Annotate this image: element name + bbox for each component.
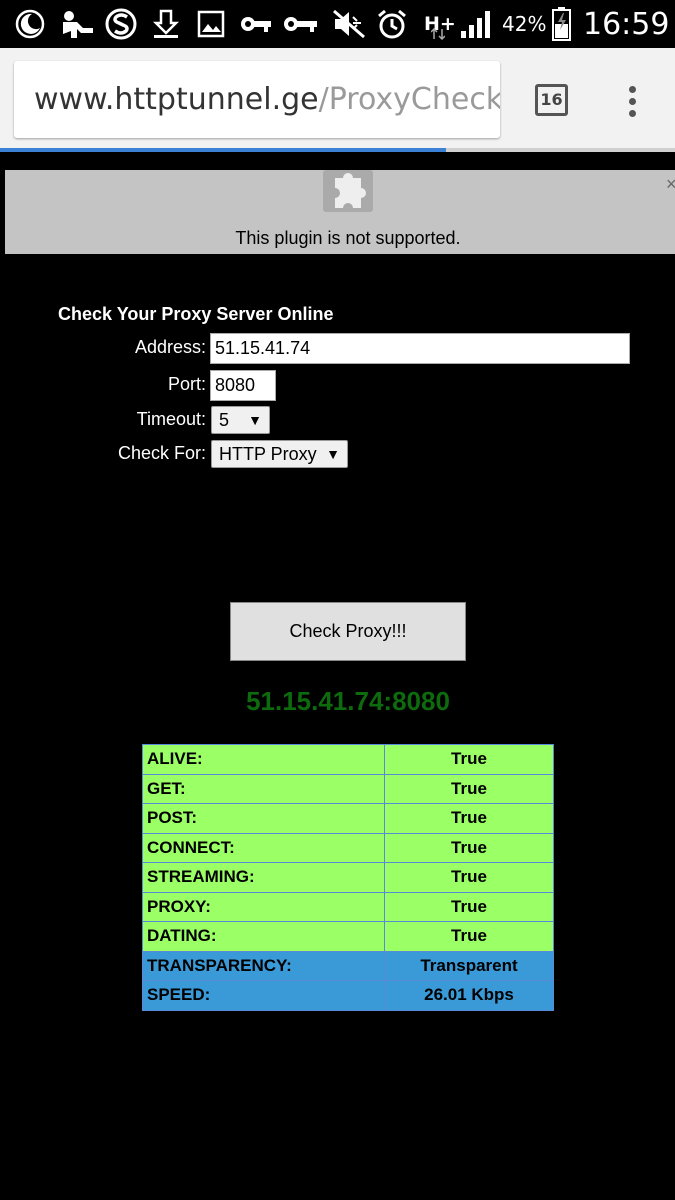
result-key: DATING: <box>142 921 385 952</box>
signal-icon <box>458 8 494 40</box>
table-row: STREAMING: True <box>142 862 554 893</box>
timeout-select[interactable]: 5 ▼ <box>211 406 270 434</box>
result-value: True <box>384 921 554 952</box>
status-bar: H+ 42% 16:59 <box>0 0 675 48</box>
browser-toolbar: www.httptunnel.ge/ProxyChecker.a 16 <box>0 48 675 152</box>
tab-switcher-button[interactable]: 16 <box>535 84 568 116</box>
check-for-value: HTTP Proxy <box>219 443 317 464</box>
table-row: PROXY: True <box>142 891 554 922</box>
battery-percent: 42% <box>502 12 547 36</box>
form-title: Check Your Proxy Server Online <box>58 304 334 324</box>
table-row: DATING: True <box>142 921 554 952</box>
url-host: www.httptunnel.ge <box>34 82 319 117</box>
battery-icon <box>552 7 571 41</box>
table-row: POST: True <box>142 803 554 834</box>
url-path: /ProxyChecker.a <box>318 82 500 117</box>
port-label: Port: <box>167 374 206 394</box>
data-arrows-icon <box>430 28 446 40</box>
dropdown-arrow-icon: ▼ <box>326 446 340 462</box>
dropdown-arrow-icon: ▼ <box>248 412 262 428</box>
result-key: CONNECT: <box>142 832 385 863</box>
result-value: True <box>384 744 554 775</box>
child-icon <box>58 8 98 40</box>
table-row: CONNECT: True <box>142 832 554 863</box>
result-value: True <box>384 803 554 834</box>
result-key: PROXY: <box>142 891 385 922</box>
clock: 16:59 <box>583 6 670 42</box>
result-title: 51.15.41.74:8080 <box>246 686 450 716</box>
image-icon <box>196 8 226 40</box>
moon-icon <box>14 8 46 40</box>
alarm-icon <box>376 8 408 40</box>
table-row: ALIVE: True <box>142 744 554 775</box>
result-value: 26.01 Kbps <box>384 980 554 1011</box>
check-proxy-button[interactable]: Check Proxy!!! <box>230 602 466 661</box>
timeout-label: Timeout: <box>136 409 206 429</box>
result-key: TRANSPARENCY: <box>142 950 385 981</box>
table-row: SPEED: 26.01 Kbps <box>142 980 554 1011</box>
page-load-progress-track <box>446 148 675 152</box>
table-row: TRANSPARENCY: Transparent <box>142 950 554 981</box>
table-row: GET: True <box>142 773 554 804</box>
puzzle-piece-icon <box>321 170 375 214</box>
result-value: True <box>384 862 554 893</box>
close-icon[interactable]: × <box>666 174 675 195</box>
key-icon <box>282 8 320 40</box>
s-app-icon <box>104 8 138 40</box>
address-label: Address: <box>134 337 206 357</box>
results-table: ALIVE: True GET: True POST: True CONNECT: True S… <box>142 744 554 1011</box>
check-for-label: Check For: <box>117 443 206 463</box>
page-load-progress <box>0 148 446 152</box>
url-bar[interactable]: www.httptunnel.ge/ProxyChecker.a <box>14 61 500 138</box>
result-value: True <box>384 891 554 922</box>
key-icon <box>238 8 274 40</box>
result-value: True <box>384 773 554 804</box>
port-input[interactable]: 8080 <box>210 370 276 401</box>
address-input[interactable]: 51.15.41.74 <box>210 333 630 364</box>
mute-icon <box>330 8 368 40</box>
result-key: GET: <box>142 773 385 804</box>
unsupported-plugin-box: This plugin is not supported. × <box>5 170 675 254</box>
url-text: www.httptunnel.ge/ProxyChecker.a <box>34 61 500 138</box>
download-icon <box>150 8 182 40</box>
plugin-message: This plugin is not supported. <box>235 228 461 248</box>
result-key: STREAMING: <box>142 862 385 893</box>
check-for-select[interactable]: HTTP Proxy ▼ <box>211 440 348 468</box>
overflow-menu-icon[interactable] <box>626 86 638 120</box>
result-key: POST: <box>142 803 385 834</box>
result-key: SPEED: <box>142 980 385 1011</box>
timeout-value: 5 <box>219 409 230 430</box>
result-value: Transparent <box>384 950 554 981</box>
result-key: ALIVE: <box>142 744 385 775</box>
result-value: True <box>384 832 554 863</box>
